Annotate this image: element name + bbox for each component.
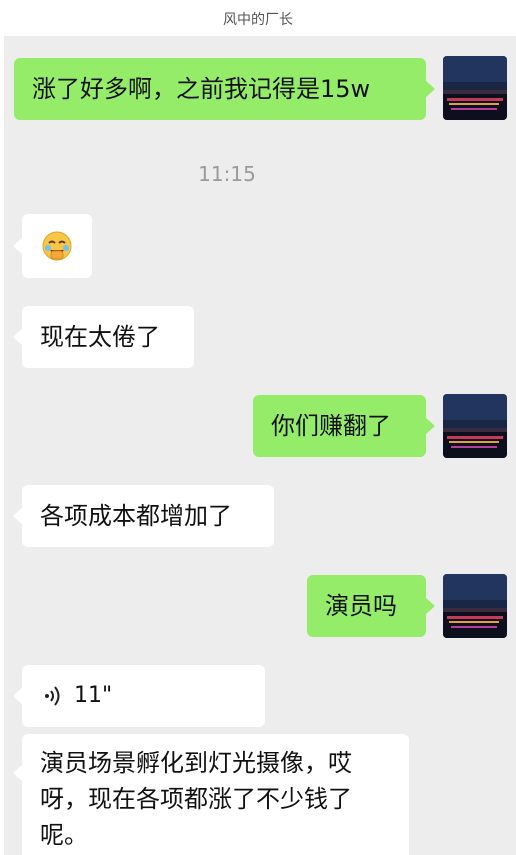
incoming-message-bubble[interactable]: 现在太倦了 bbox=[13, 306, 194, 368]
voice-duration: 11" bbox=[74, 683, 113, 708]
message-text: 演员场景孵化到灯光摄像，哎呀，现在各项都涨了不少钱了呢。 bbox=[40, 749, 352, 849]
chat-header: 风中的厂长 bbox=[0, 0, 516, 36]
message-text: 现在太倦了 bbox=[40, 323, 160, 351]
outgoing-message-bubble[interactable]: 涨了好多啊，之前我记得是15w bbox=[14, 58, 435, 120]
message-text: 你们赚翻了 bbox=[271, 412, 391, 440]
voice-wave-icon bbox=[45, 686, 60, 706]
outgoing-message-bubble[interactable]: 演员吗 bbox=[307, 575, 435, 637]
my-avatar[interactable] bbox=[443, 56, 507, 120]
incoming-message-bubble[interactable]: 各项成本都增加了 bbox=[13, 485, 274, 547]
message-text: 演员吗 bbox=[325, 592, 397, 620]
voice-message-bubble[interactable]: 11" bbox=[13, 665, 265, 727]
timestamp: 11:15 bbox=[198, 162, 256, 186]
message-text: 各项成本都增加了 bbox=[40, 502, 232, 530]
my-avatar[interactable] bbox=[443, 394, 507, 458]
night-city-skyline-avatar-icon bbox=[443, 574, 507, 638]
incoming-emoji-bubble[interactable] bbox=[13, 214, 92, 278]
night-city-skyline-avatar-icon bbox=[443, 394, 507, 458]
message-text: 涨了好多啊，之前我记得是15w bbox=[32, 75, 371, 103]
my-avatar[interactable] bbox=[443, 574, 507, 638]
night-city-skyline-avatar-icon bbox=[443, 56, 507, 120]
incoming-message-bubble[interactable]: 演员场景孵化到灯光摄像，哎呀，现在各项都涨了不少钱了呢。 bbox=[13, 734, 409, 855]
chat-title: 风中的厂长 bbox=[223, 12, 293, 28]
chat-area[interactable]: 涨了好多啊，之前我记得是15w 11:15 现在太倦了 你们赚翻了 各项成本都增… bbox=[4, 36, 516, 855]
face-with-hand-over-mouth-laugh-emoji-icon bbox=[42, 231, 72, 261]
outgoing-message-bubble[interactable]: 你们赚翻了 bbox=[253, 395, 435, 457]
